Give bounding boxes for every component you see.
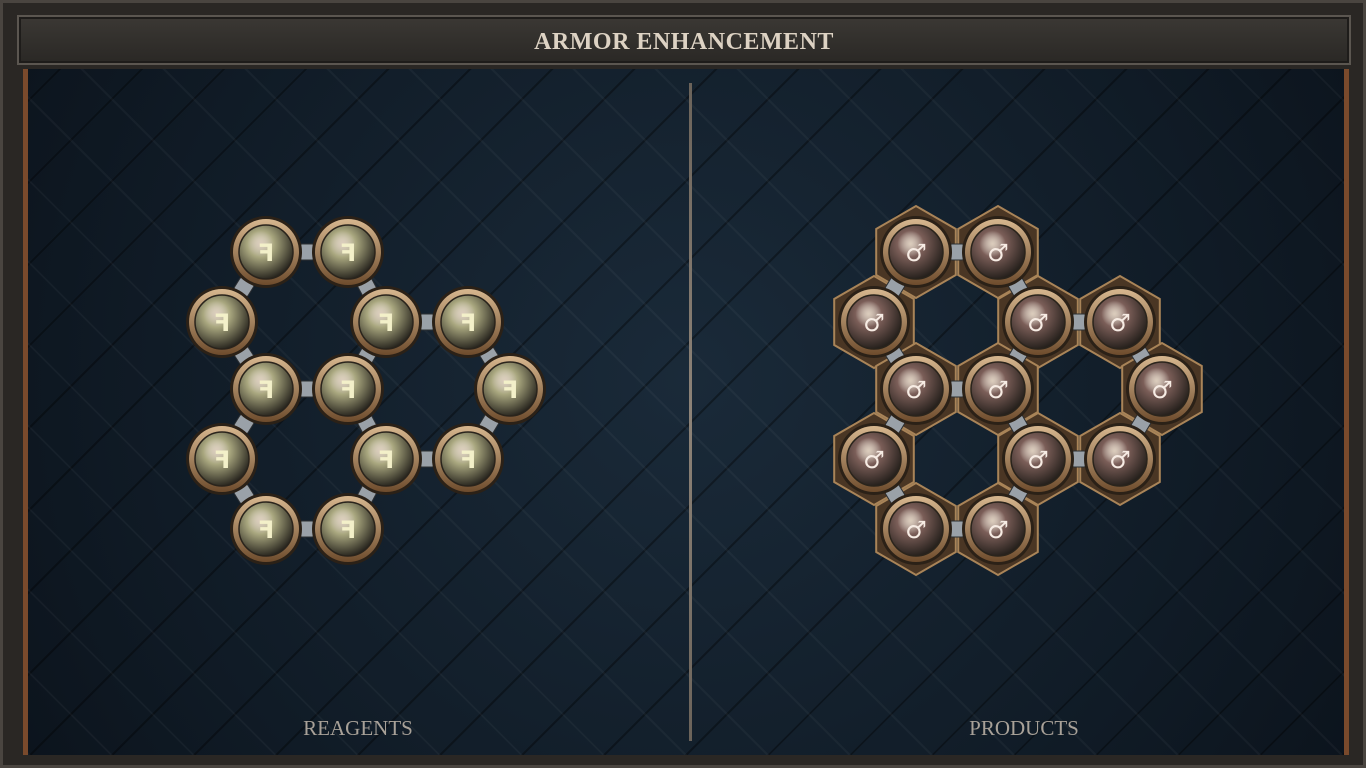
products-atom-8[interactable]: ♂: [1126, 353, 1198, 425]
products-atom-13[interactable]: ♂: [962, 493, 1034, 565]
products-atom-2[interactable]: ♂: [962, 216, 1034, 288]
reaction-board: ꟻꟻꟻꟻꟻꟻꟻꟻꟻꟻꟻꟻꟻ ♂ ♂ ♂ ♂ ♂ ♂ ♂ ♂ ♂ ♂ ♂ ♂ ♂ REAGENTS PRO…: [23, 69, 1349, 755]
page-title: ARMOR ENHANCEMENT: [534, 29, 834, 55]
products-atom-1[interactable]: ♂: [880, 216, 952, 288]
window-frame: ARMOR ENHANCEMENT ꟻꟻꟻꟻꟻꟻꟻꟻꟻꟻꟻꟻꟻ ♂ ♂ ♂ ♂ ♂ ♂ ♂ ♂…: [0, 0, 1366, 768]
products-atom-3[interactable]: ♂: [838, 286, 910, 358]
products-atom-12[interactable]: ♂: [880, 493, 952, 565]
products-atom-4[interactable]: ♂: [1002, 286, 1074, 358]
products-atom-9[interactable]: ♂: [838, 423, 910, 495]
title-bar: ARMOR ENHANCEMENT: [17, 15, 1351, 65]
reagents-label: REAGENTS: [303, 716, 413, 740]
products-atom-6[interactable]: ♂: [880, 353, 952, 425]
products-label: PRODUCTS: [969, 716, 1079, 740]
products-atom-11[interactable]: ♂: [1084, 423, 1156, 495]
products-atom-7[interactable]: ♂: [962, 353, 1034, 425]
products-atom-5[interactable]: ♂: [1084, 286, 1156, 358]
panel-divider: [689, 83, 692, 741]
products-atom-10[interactable]: ♂: [1002, 423, 1074, 495]
